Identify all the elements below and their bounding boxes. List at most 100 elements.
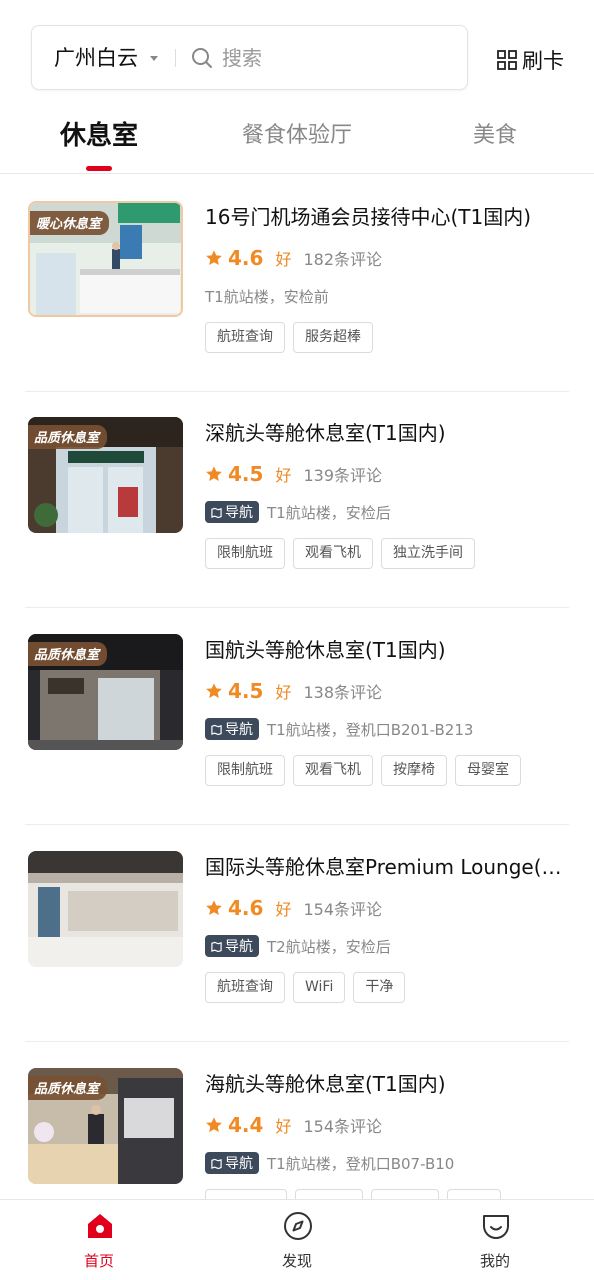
nav-home[interactable]: 首页 [54, 1210, 144, 1274]
location-row: 导航 T2航站楼，安检后 [205, 934, 391, 958]
nav-mine-label: 我的 [479, 1252, 510, 1270]
scan-card-icon [497, 50, 517, 70]
divider [175, 49, 176, 67]
lounge-name: 深航头等舱休息室(T1国内) [205, 421, 446, 445]
feature-tag: 航班查询 [205, 972, 285, 1003]
review-count: 154条评论 [303, 900, 382, 919]
star-icon [206, 1117, 222, 1133]
tag-list: 限制航班 观看飞机 按摩椅 母婴室 [205, 755, 521, 787]
feature-tag: 母婴室 [455, 755, 521, 786]
list-item[interactable]: 品质休息室 国航头等舱休息室(T1国内) 4.5 好 138条评论 导航 T1航… [0, 608, 594, 825]
rating-grade: 好 [275, 900, 292, 919]
tag-list: 航班查询 WiFi 干净 [205, 972, 406, 1004]
map-icon [211, 941, 222, 952]
lounge-photo: 品质休息室 [28, 1068, 183, 1184]
tag-list [205, 1189, 501, 1199]
rating-row: 4.6 好 154条评论 [205, 895, 382, 921]
lounge-location: T1航站楼，登机口B07-B10 [267, 1154, 455, 1173]
navigation-label: 导航 [225, 1156, 253, 1172]
lounge-name: 国航头等舱休息室(T1国内) [205, 638, 446, 662]
lounge-location: T1航站楼，安检后 [267, 503, 391, 522]
feature-tag [295, 1189, 363, 1199]
category-tabs: 休息室 餐食体验厅 美食 [0, 108, 594, 174]
location-row: 导航 T1航站楼，登机口B07-B10 [205, 1151, 454, 1175]
star-icon [206, 683, 222, 699]
feature-tag: 服务超棒 [293, 322, 373, 353]
rating-score: 4.6 [228, 896, 264, 920]
navigation-button[interactable]: 导航 [205, 1152, 259, 1174]
navigation-label: 导航 [225, 722, 253, 738]
compass-icon [284, 1212, 312, 1240]
tab-lounge[interactable]: 休息室 [60, 108, 138, 164]
review-count: 182条评论 [303, 250, 382, 269]
location-row: 导航 T1航站楼，安检后 [205, 500, 391, 524]
list-item[interactable]: 国际头等舱休息室Premium Lounge(T2国际) 4.6 好 154条评… [0, 825, 594, 1042]
feature-tag: 干净 [353, 972, 406, 1003]
navigation-label: 导航 [225, 505, 253, 521]
lounge-photo-image [28, 851, 183, 967]
lounge-list: 暖心休息室 16号门机场通会员接待中心(T1国内) 4.6 好 182条评论 T… [0, 175, 594, 1199]
rating-score: 4.6 [228, 246, 264, 270]
star-icon [206, 250, 222, 266]
rating-score: 4.5 [228, 679, 264, 703]
feature-tag [447, 1189, 501, 1199]
header: 广州白云 搜索 刷卡 [0, 0, 594, 100]
review-count: 154条评论 [303, 1117, 382, 1136]
navigation-label: 导航 [225, 939, 253, 955]
rating-grade: 好 [275, 466, 292, 485]
card-swipe-button[interactable]: 刷卡 [496, 45, 564, 75]
profile-face-icon [483, 1215, 509, 1239]
list-item[interactable]: 品质休息室 深航头等舱休息室(T1国内) 4.5 好 139条评论 导航 T1航… [0, 391, 594, 608]
rating-grade: 好 [275, 250, 292, 269]
nav-discover[interactable]: 发现 [252, 1210, 342, 1274]
navigation-button[interactable]: 导航 [205, 935, 259, 957]
home-icon [88, 1214, 112, 1238]
lounge-location: T1航站楼，登机口B201-B213 [267, 720, 474, 739]
review-count: 138条评论 [303, 683, 382, 702]
rating-row: 4.5 好 139条评论 [205, 461, 382, 487]
feature-tag: 限制航班 [205, 538, 285, 569]
location-row: 导航 T1航站楼，登机口B201-B213 [205, 717, 473, 741]
tab-dining-experience[interactable]: 餐食体验厅 [242, 108, 352, 164]
search-input[interactable]: 搜索 [222, 26, 262, 91]
lounge-location: T2航站楼，安检后 [267, 937, 391, 956]
lounge-photo: 品质休息室 [28, 417, 183, 533]
lounge-category-badge: 品质休息室 [28, 1076, 108, 1100]
map-icon [211, 1158, 222, 1169]
feature-tag [371, 1189, 439, 1199]
lounge-name: 海航头等舱休息室(T1国内) [205, 1072, 446, 1096]
list-item[interactable]: 暖心休息室 16号门机场通会员接待中心(T1国内) 4.6 好 182条评论 T… [0, 175, 594, 392]
map-icon [211, 507, 222, 518]
rating-grade: 好 [275, 683, 292, 702]
rating-grade: 好 [275, 1117, 292, 1136]
location-row: T1航站楼，安检前 [205, 284, 329, 308]
search-bar[interactable]: 广州白云 搜索 [31, 25, 468, 90]
search-icon [192, 48, 212, 68]
star-icon [206, 900, 222, 916]
tab-food[interactable]: 美食 [473, 108, 517, 164]
navigation-button[interactable]: 导航 [205, 718, 259, 740]
lounge-photo: 品质休息室 [28, 634, 183, 750]
rating-row: 4.5 好 138条评论 [205, 678, 382, 704]
nav-discover-label: 发现 [281, 1252, 312, 1270]
navigation-button[interactable]: 导航 [205, 501, 259, 523]
feature-tag: 按摩椅 [381, 755, 447, 786]
tag-list: 限制航班 观看飞机 独立洗手间 [205, 538, 475, 570]
feature-tag: 独立洗手间 [381, 538, 475, 569]
city-selector[interactable]: 广州白云 [54, 26, 138, 91]
feature-tag: 航班查询 [205, 322, 285, 353]
lounge-category-badge: 品质休息室 [28, 425, 108, 449]
feature-tag: 观看飞机 [293, 538, 373, 569]
active-tab-indicator [86, 166, 112, 171]
feature-tag [205, 1189, 287, 1199]
list-item[interactable]: 品质休息室 海航头等舱休息室(T1国内) 4.4 好 154条评论 导航 T1航… [0, 1042, 594, 1199]
map-icon [211, 724, 222, 735]
review-count: 139条评论 [303, 466, 382, 485]
rating-row: 4.4 好 154条评论 [205, 1112, 382, 1138]
nav-mine[interactable]: 我的 [450, 1210, 540, 1274]
caret-down-icon [150, 56, 158, 61]
feature-tag: 限制航班 [205, 755, 285, 786]
lounge-location: T1航站楼，安检前 [205, 287, 329, 306]
feature-tag: WiFi [293, 972, 346, 1003]
rating-score: 4.5 [228, 462, 264, 486]
